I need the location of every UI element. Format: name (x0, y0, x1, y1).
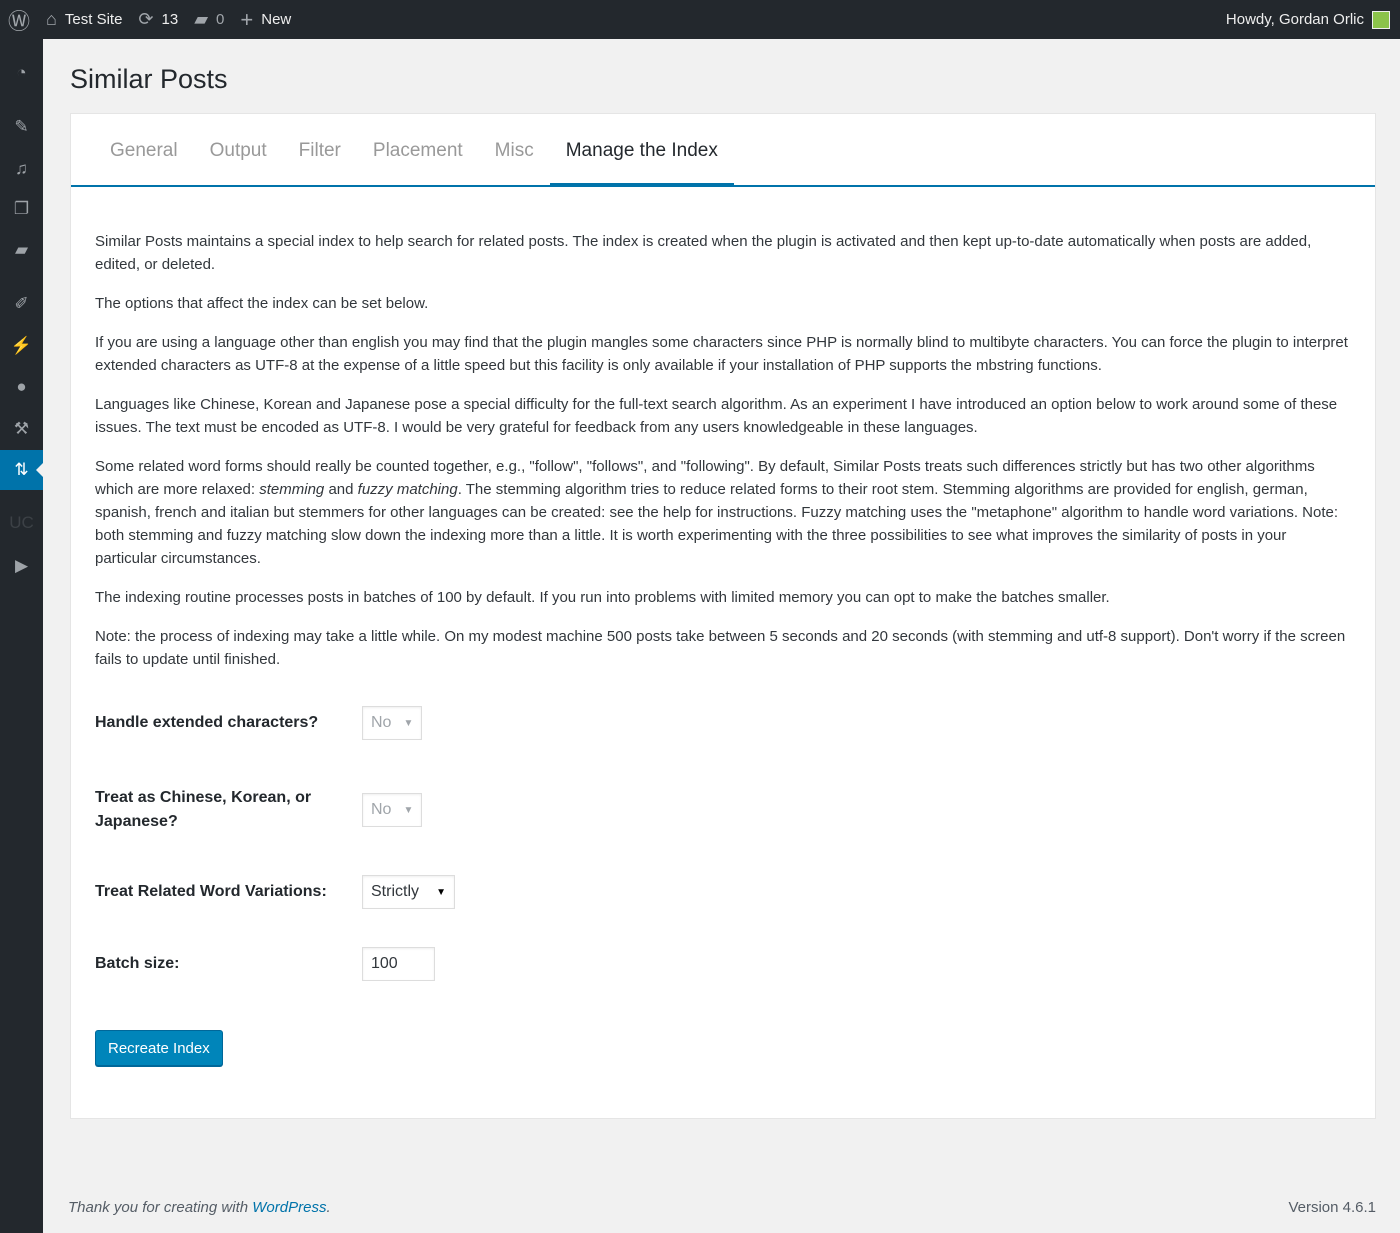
home-icon: ⌂ (46, 9, 57, 29)
wordpress-logo-icon: Ⓦ (8, 8, 31, 34)
select-value: No (371, 801, 392, 818)
word-variations-row: Treat Related Word Variations: Strictly ▼ (95, 875, 455, 909)
recreate-index-button[interactable]: Recreate Index (95, 1030, 223, 1066)
sidebar-item-posts[interactable]: ✎ (0, 107, 43, 147)
paragraph: Some related word forms should really be… (95, 455, 1351, 570)
wrench-icon: ⚒ (13, 419, 30, 438)
cjk-label: Treat as Chinese, Korean, or Japanese? (95, 789, 312, 830)
new-label: New (261, 11, 292, 28)
paragraph: Note: the process of indexing may take a… (95, 628, 1346, 668)
sidebar-item-users[interactable]: ● (0, 367, 43, 407)
comments-link[interactable]: ▰ 0 (186, 0, 232, 39)
updates-icon: ⟳ (138, 9, 154, 29)
pages-icon: ❐ (13, 199, 30, 218)
batch-size-row: Batch size: 100 (95, 947, 435, 981)
pin-icon: ✎ (14, 117, 29, 136)
tab-misc[interactable]: Misc (479, 114, 550, 185)
plus-icon: + (240, 6, 254, 32)
account-menu[interactable]: Howdy, Gordan Orlic (1226, 0, 1390, 39)
wordpress-logo-button[interactable]: Ⓦ (0, 0, 38, 39)
site-link[interactable]: ⌂ Test Site (38, 0, 130, 39)
footer-text: Thank you for creating with (68, 1199, 253, 1216)
tab-bar: General Output Filter Placement Misc Man… (71, 114, 1375, 187)
admin-sidebar: ◔ ✎ ♫ ❐ ▰ ✐ ⚡ ● ⚒ ⇅ UC ▶ (0, 39, 43, 1233)
description: Similar Posts maintains a special index … (71, 187, 1375, 671)
paragraph: Similar Posts maintains a special index … (95, 233, 1312, 273)
page-title: Similar Posts (70, 64, 228, 94)
paragraph: If you are using a language other than e… (95, 334, 1348, 374)
sidebar-item-uc[interactable]: UC (0, 503, 43, 543)
howdy-text: Howdy, Gordan Orlic (1225, 11, 1364, 28)
brush-icon: ✐ (14, 294, 29, 313)
sidebar-item-plugins[interactable]: ⚡ (0, 326, 43, 366)
footer-text: . (326, 1199, 331, 1216)
sidebar-item-settings[interactable]: ⇅ (0, 450, 43, 490)
plug-icon: ⚡ (10, 336, 33, 355)
sidebar-item-comments[interactable]: ▰ (0, 230, 43, 270)
comments-count: 0 (216, 11, 225, 28)
chevron-down-icon: ▼ (436, 886, 446, 898)
paragraph: Languages like Chinese, Korean and Japan… (95, 396, 1338, 436)
batch-size-label: Batch size: (95, 955, 180, 972)
sidebar-item-dashboard[interactable]: ◔ (0, 53, 43, 93)
text: and (324, 481, 358, 498)
tab-output[interactable]: Output (194, 114, 283, 185)
tab-general[interactable]: General (94, 114, 194, 185)
updates-count: 13 (161, 11, 179, 28)
dashboard-icon: ◔ (16, 63, 27, 82)
uc-label: UC (9, 513, 34, 532)
comment-icon: ▰ (194, 9, 209, 29)
chevron-down-icon: ▼ (403, 804, 414, 816)
batch-size-input[interactable]: 100 (362, 947, 435, 981)
select-value: Strictly (371, 883, 419, 900)
updates-link[interactable]: ⟳ 13 (130, 0, 186, 39)
sidebar-item-pages[interactable]: ❐ (0, 189, 43, 229)
tab-manage-index[interactable]: Manage the Index (549, 114, 734, 187)
tab-filter[interactable]: Filter (283, 114, 357, 185)
cjk-select[interactable]: No ▼ (362, 793, 423, 827)
paragraph: The indexing routine processes posts in … (95, 589, 1110, 606)
sidebar-item-media[interactable]: ♫ (0, 149, 43, 189)
extended-chars-label: Handle extended characters? (95, 714, 319, 731)
play-icon: ▶ (14, 556, 29, 575)
media-icon: ♫ (15, 159, 28, 178)
site-name: Test Site (64, 11, 123, 28)
sidebar-item-tools[interactable]: ⚒ (0, 409, 43, 449)
paragraph: The options that affect the index can be… (95, 295, 429, 312)
extended-chars-select[interactable]: No ▼ (362, 706, 423, 740)
word-variations-label: Treat Related Word Variations: (95, 883, 327, 900)
extended-chars-row: Handle extended characters? No ▼ (95, 706, 423, 740)
comment-icon: ▰ (14, 240, 29, 259)
chevron-down-icon: ▼ (403, 717, 414, 729)
sidebar-item-collapse[interactable]: ▶ (0, 546, 43, 586)
user-icon: ● (16, 377, 27, 396)
footer-thanks: Thank you for creating with WordPress. (68, 1199, 331, 1216)
text: fuzzy matching (357, 481, 458, 498)
settings-icon: ⇅ (14, 460, 29, 479)
tab-placement[interactable]: Placement (357, 114, 479, 185)
sidebar-item-appearance[interactable]: ✐ (0, 284, 43, 324)
cjk-row: Treat as Chinese, Korean, or Japanese? N… (95, 786, 423, 834)
avatar (1372, 10, 1390, 29)
select-value: No (371, 714, 392, 731)
text: stemming (259, 481, 325, 498)
version-text: Version 4.6.1 (1288, 1199, 1376, 1216)
wordpress-link[interactable]: WordPress (252, 1199, 326, 1216)
admin-bar: Ⓦ ⌂ Test Site ⟳ 13 ▰ 0 + New Howdy, Gordan O… (0, 0, 1400, 39)
settings-panel: General Output Filter Placement Misc Man… (70, 113, 1376, 1119)
word-variations-select[interactable]: Strictly ▼ (362, 875, 455, 909)
new-content-link[interactable]: + New (232, 0, 299, 39)
